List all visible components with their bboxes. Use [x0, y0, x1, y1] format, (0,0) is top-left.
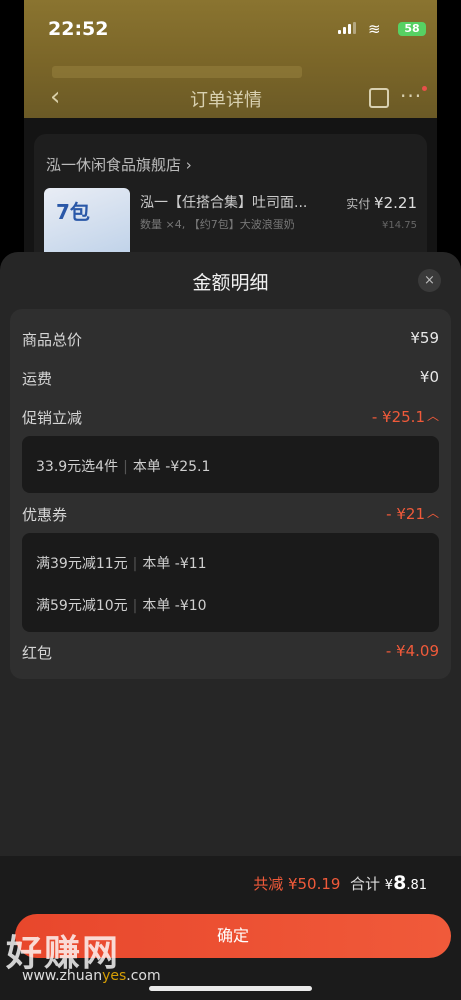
total-amount-dec: .81 — [406, 878, 427, 893]
coupon-row[interactable]: 优惠券 - ¥21 ︿ — [22, 504, 439, 528]
red-packet-label: 红包 — [22, 644, 53, 662]
coupon-item-name: 满39元减11元 — [36, 556, 128, 572]
coupon-value[interactable]: - ¥21 ︿ — [386, 504, 439, 523]
coupon-item-detail: 本单 -¥11 — [142, 556, 207, 572]
product-spec: 数量 ×4, 【约7包】大波浪蛋奶 — [140, 218, 295, 231]
promo-item-detail: 本单 -¥25.1 — [132, 459, 211, 475]
status-time: 22:52 — [48, 18, 109, 40]
goods-total-row: 商品总价 ¥59 — [22, 329, 439, 353]
coupon-item: 满59元减10元 | 本单 -¥10 — [36, 598, 207, 614]
status-bar: 22:52 ≋ 58 — [0, 0, 461, 46]
goods-total-value: ¥59 — [410, 329, 439, 347]
promo-value-text: - ¥25.1 — [371, 408, 425, 426]
chevron-up-icon[interactable]: ︿ — [427, 504, 439, 521]
shipping-row: 运费 ¥0 — [22, 368, 439, 392]
store-name[interactable]: 泓一休闲食品旗舰店 › — [46, 154, 192, 175]
back-button[interactable]: ‹ — [50, 82, 60, 112]
amount-detail-card: 商品总价 ¥59 运费 ¥0 促销立减 - ¥25.1 ︿ 33.9元选4件 | 本单… — [10, 309, 451, 679]
amount-detail-sheet: 金额明细 × 商品总价 ¥59 运费 ¥0 促销立减 - ¥25.1 ︿ 33.9… — [0, 252, 461, 856]
coupon-detail-box: 满39元减11元 | 本单 -¥11 满59元减10元 | 本单 -¥10 — [22, 533, 439, 632]
total-currency: ¥ — [384, 878, 394, 893]
red-packet-value: - ¥4.09 — [385, 642, 439, 660]
wifi-icon: ≋ — [368, 20, 381, 38]
coupon-label: 优惠券 — [22, 506, 68, 524]
coupon-item-detail: 本单 -¥10 — [142, 598, 207, 614]
promo-item-name: 33.9元选4件 — [36, 459, 119, 475]
watermark-url-b: yes — [102, 968, 127, 984]
watermark-url-c: .com — [126, 968, 161, 984]
bottom-bar: 共减 ¥50.19 合计 ¥8.81 确定 好赚网 www.zhuanyes.c… — [0, 856, 461, 1000]
store-card: 泓一休闲食品旗舰店 › 7包 泓一【任搭合集】吐司面... 数量 ×4, 【约7… — [34, 134, 427, 264]
shipping-value: ¥0 — [419, 368, 439, 386]
promo-label: 促销立减 — [22, 409, 83, 427]
goods-total-label: 商品总价 — [22, 331, 83, 349]
paid-amount: 实付 ¥2.21 — [346, 194, 417, 212]
coupon-value-text: - ¥21 — [386, 505, 425, 523]
promo-row[interactable]: 促销立减 - ¥25.1 ︿ — [22, 407, 439, 431]
product-title[interactable]: 泓一【任搭合集】吐司面... — [140, 192, 335, 212]
signal-icon — [338, 22, 358, 34]
page-title: 订单详情 — [190, 90, 262, 111]
promo-item: 33.9元选4件 | 本单 -¥25.1 — [36, 459, 211, 475]
chevron-up-icon[interactable]: ︿ — [427, 407, 439, 424]
watermark-url-a: www.zhuan — [22, 968, 103, 984]
product-image-badge: 7包 — [56, 200, 90, 224]
total-amount-int: 8 — [393, 872, 407, 894]
more-icon[interactable]: ··· — [400, 84, 422, 108]
totals-summary: 共减 ¥50.19 合计 ¥8.81 — [253, 872, 427, 894]
share-icon[interactable] — [369, 88, 389, 108]
home-indicator[interactable] — [149, 986, 312, 991]
red-packet-row: 红包 - ¥4.09 — [22, 642, 439, 666]
coupon-item: 满39元减11元 | 本单 -¥11 — [36, 556, 207, 572]
shipping-label: 运费 — [22, 370, 53, 388]
total-reduction: 共减 ¥50.19 — [253, 875, 341, 893]
promo-detail-box: 33.9元选4件 | 本单 -¥25.1 — [22, 436, 439, 493]
promo-value[interactable]: - ¥25.1 ︿ — [372, 407, 439, 426]
paid-label: 实付 — [346, 197, 371, 211]
battery-icon: 58 — [398, 22, 426, 36]
sheet-title: 金额明细 — [192, 272, 269, 294]
close-button[interactable]: × — [418, 269, 441, 292]
paid-value: ¥2.21 — [374, 194, 417, 212]
notification-dot — [422, 86, 427, 91]
total-label: 合计 — [350, 875, 381, 893]
watermark-url: www.zhuanyes.com — [22, 968, 161, 984]
promo-banner — [52, 66, 302, 78]
original-price: ¥14.75 — [382, 220, 417, 231]
coupon-item-name: 满59元减10元 — [36, 598, 128, 614]
